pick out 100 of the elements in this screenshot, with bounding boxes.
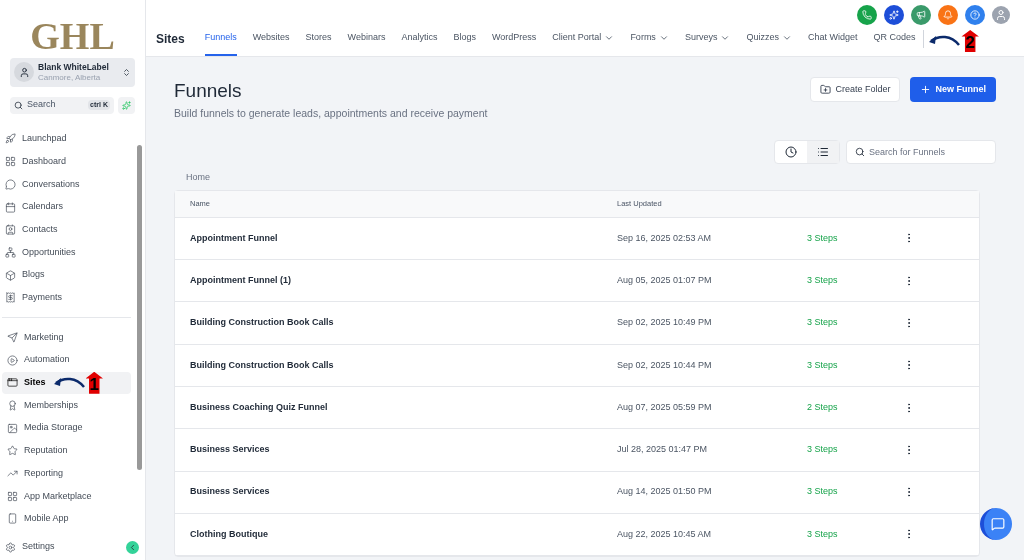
funnel-name[interactable]: Building Construction Book Calls: [175, 316, 617, 330]
new-funnel-button[interactable]: New Funnel: [910, 77, 996, 102]
logo: GHL: [29, 14, 116, 58]
search-icon: [14, 100, 23, 110]
steps-count: 3 Steps: [807, 443, 839, 457]
chevron-updown-icon: [122, 67, 131, 77]
image-icon: [7, 422, 18, 434]
nav-tab[interactable]: Websites: [252, 22, 290, 56]
funnel-name[interactable]: Business Coaching Quiz Funnel: [175, 400, 617, 415]
account-switcher[interactable]: Blank WhiteLabel Canmore, Alberta: [10, 58, 135, 87]
funnel-name[interactable]: Business Services: [175, 443, 617, 457]
chat-support-button[interactable]: [980, 508, 1012, 540]
updated-date: Sep 02, 2025 10:49 PM: [617, 316, 713, 330]
funnel-search-field[interactable]: Search for Funnels: [846, 140, 996, 165]
sidebar-item[interactable]: Payments: [0, 286, 133, 310]
steps-count: 3 Steps: [807, 485, 839, 499]
steps-count: 3 Steps: [807, 316, 839, 330]
breadcrumb: Home: [186, 171, 211, 185]
network-icon: [5, 246, 16, 258]
steps-count: 3 Steps: [807, 231, 839, 245]
header-icon-button[interactable]: [857, 5, 877, 25]
nav-tab[interactable]: QR Codes: [873, 22, 916, 56]
sidebar-item[interactable]: Media Storage: [2, 416, 131, 440]
create-folder-button[interactable]: Create Folder: [810, 77, 901, 102]
nav-tab[interactable]: Quizzes: [746, 22, 792, 56]
sidebar-item[interactable]: Memberships: [2, 394, 131, 417]
receipt-icon: [5, 292, 16, 304]
updated-date: Sep 02, 2025 10:44 PM: [617, 358, 713, 372]
nav-tab[interactable]: Funnels: [204, 22, 237, 56]
sidebar-item[interactable]: Reporting: [2, 462, 131, 485]
account-location: Canmore, Alberta: [38, 72, 102, 83]
sidebar-item[interactable]: Automation: [2, 348, 131, 372]
megaphone-icon: [916, 10, 926, 20]
sidebar-item[interactable]: Dashboard: [0, 150, 133, 173]
section-title: Sites: [156, 31, 185, 48]
nav-tab[interactable]: Stores: [305, 22, 332, 56]
phone-icon: [7, 513, 18, 525]
nav-tab[interactable]: Webinars: [347, 22, 386, 56]
sparkle-icon: [122, 100, 131, 110]
header-icon-button[interactable]: [965, 5, 985, 25]
nav-tab[interactable]: Forms: [630, 22, 669, 56]
plus-icon: [920, 84, 932, 95]
sidebar-item[interactable]: Contacts: [0, 218, 133, 242]
avatar-icon: [14, 62, 34, 83]
updated-date: Aug 05, 2025 01:07 PM: [617, 273, 713, 287]
header-icon-button[interactable]: [911, 5, 931, 25]
send-icon: [7, 331, 18, 343]
nav-tab[interactable]: WordPress: [492, 22, 537, 56]
settings-item[interactable]: Settings: [5, 540, 55, 554]
header-icon-button[interactable]: [884, 5, 904, 25]
list-icon: [817, 146, 829, 159]
sidebar-item[interactable]: Blogs: [0, 263, 133, 287]
steps-count: 3 Steps: [807, 358, 839, 372]
award-icon: [7, 400, 18, 412]
nav-tab[interactable]: Client Portal: [552, 22, 615, 56]
steps-count: 3 Steps: [807, 273, 839, 287]
help-icon: [970, 10, 980, 20]
nav-tab[interactable]: Surveys: [684, 22, 731, 56]
star-icon: [7, 445, 18, 457]
header-icon-button[interactable]: [938, 5, 958, 25]
updated-date: Sep 16, 2025 02:53 AM: [617, 231, 713, 245]
nav-tab[interactable]: Analytics: [401, 22, 438, 56]
sidebar-item[interactable]: Conversations: [0, 173, 133, 196]
sidebar-item[interactable]: Calendars: [0, 195, 133, 219]
step-number-marker: 2: [961, 30, 979, 52]
contact-card-icon: [5, 224, 16, 236]
funnel-name[interactable]: Business Services: [175, 485, 617, 499]
sidebar-item[interactable]: Opportunities: [0, 241, 133, 264]
funnel-name[interactable]: Appointment Funnel: [175, 231, 617, 246]
funnel-name[interactable]: Appointment Funnel (1): [175, 273, 617, 288]
chat-icon: [991, 517, 1005, 531]
step-number-marker: 1: [85, 371, 103, 394]
page-subtitle: Build funnels to generate leads, appointments and receive payment: [174, 105, 488, 121]
bell-icon: [943, 10, 953, 20]
chevron-left-icon: [128, 542, 137, 552]
list-view-button[interactable]: [807, 141, 839, 164]
box-icon: [5, 269, 16, 281]
sidebar-item[interactable]: Marketing: [2, 326, 131, 349]
sidebar-item[interactable]: Reputation: [2, 439, 131, 463]
updated-date: Aug 14, 2025 01:50 PM: [617, 485, 713, 499]
sidebar-item[interactable]: App Marketplace: [2, 484, 131, 508]
sparkle-icon: [889, 10, 899, 20]
sidebar-item[interactable]: Sites 1: [2, 371, 131, 395]
funnel-name[interactable]: Building Construction Book Calls: [175, 358, 617, 373]
grid-icon: [7, 490, 18, 502]
nav-tab[interactable]: Blogs: [453, 22, 476, 56]
nav-tab[interactable]: Chat Widget: [807, 22, 858, 56]
sidebar-item[interactable]: Launchpad: [0, 127, 133, 151]
collapse-button[interactable]: [126, 540, 139, 554]
sidebar-item[interactable]: Mobile App: [2, 507, 131, 531]
updated-date: Jul 28, 2025 01:47 PM: [617, 443, 709, 457]
browser-icon: [7, 377, 18, 389]
updated-date: Aug 22, 2025 10:45 AM: [617, 527, 713, 541]
folder-plus-icon: [820, 84, 832, 95]
steps-count: 2 Steps: [807, 400, 839, 414]
clock-icon: [785, 146, 797, 159]
funnel-name[interactable]: Clothing Boutique: [175, 527, 617, 542]
phone-icon: [862, 10, 872, 20]
grid-icon: [5, 156, 16, 168]
play-icon: [7, 354, 18, 366]
